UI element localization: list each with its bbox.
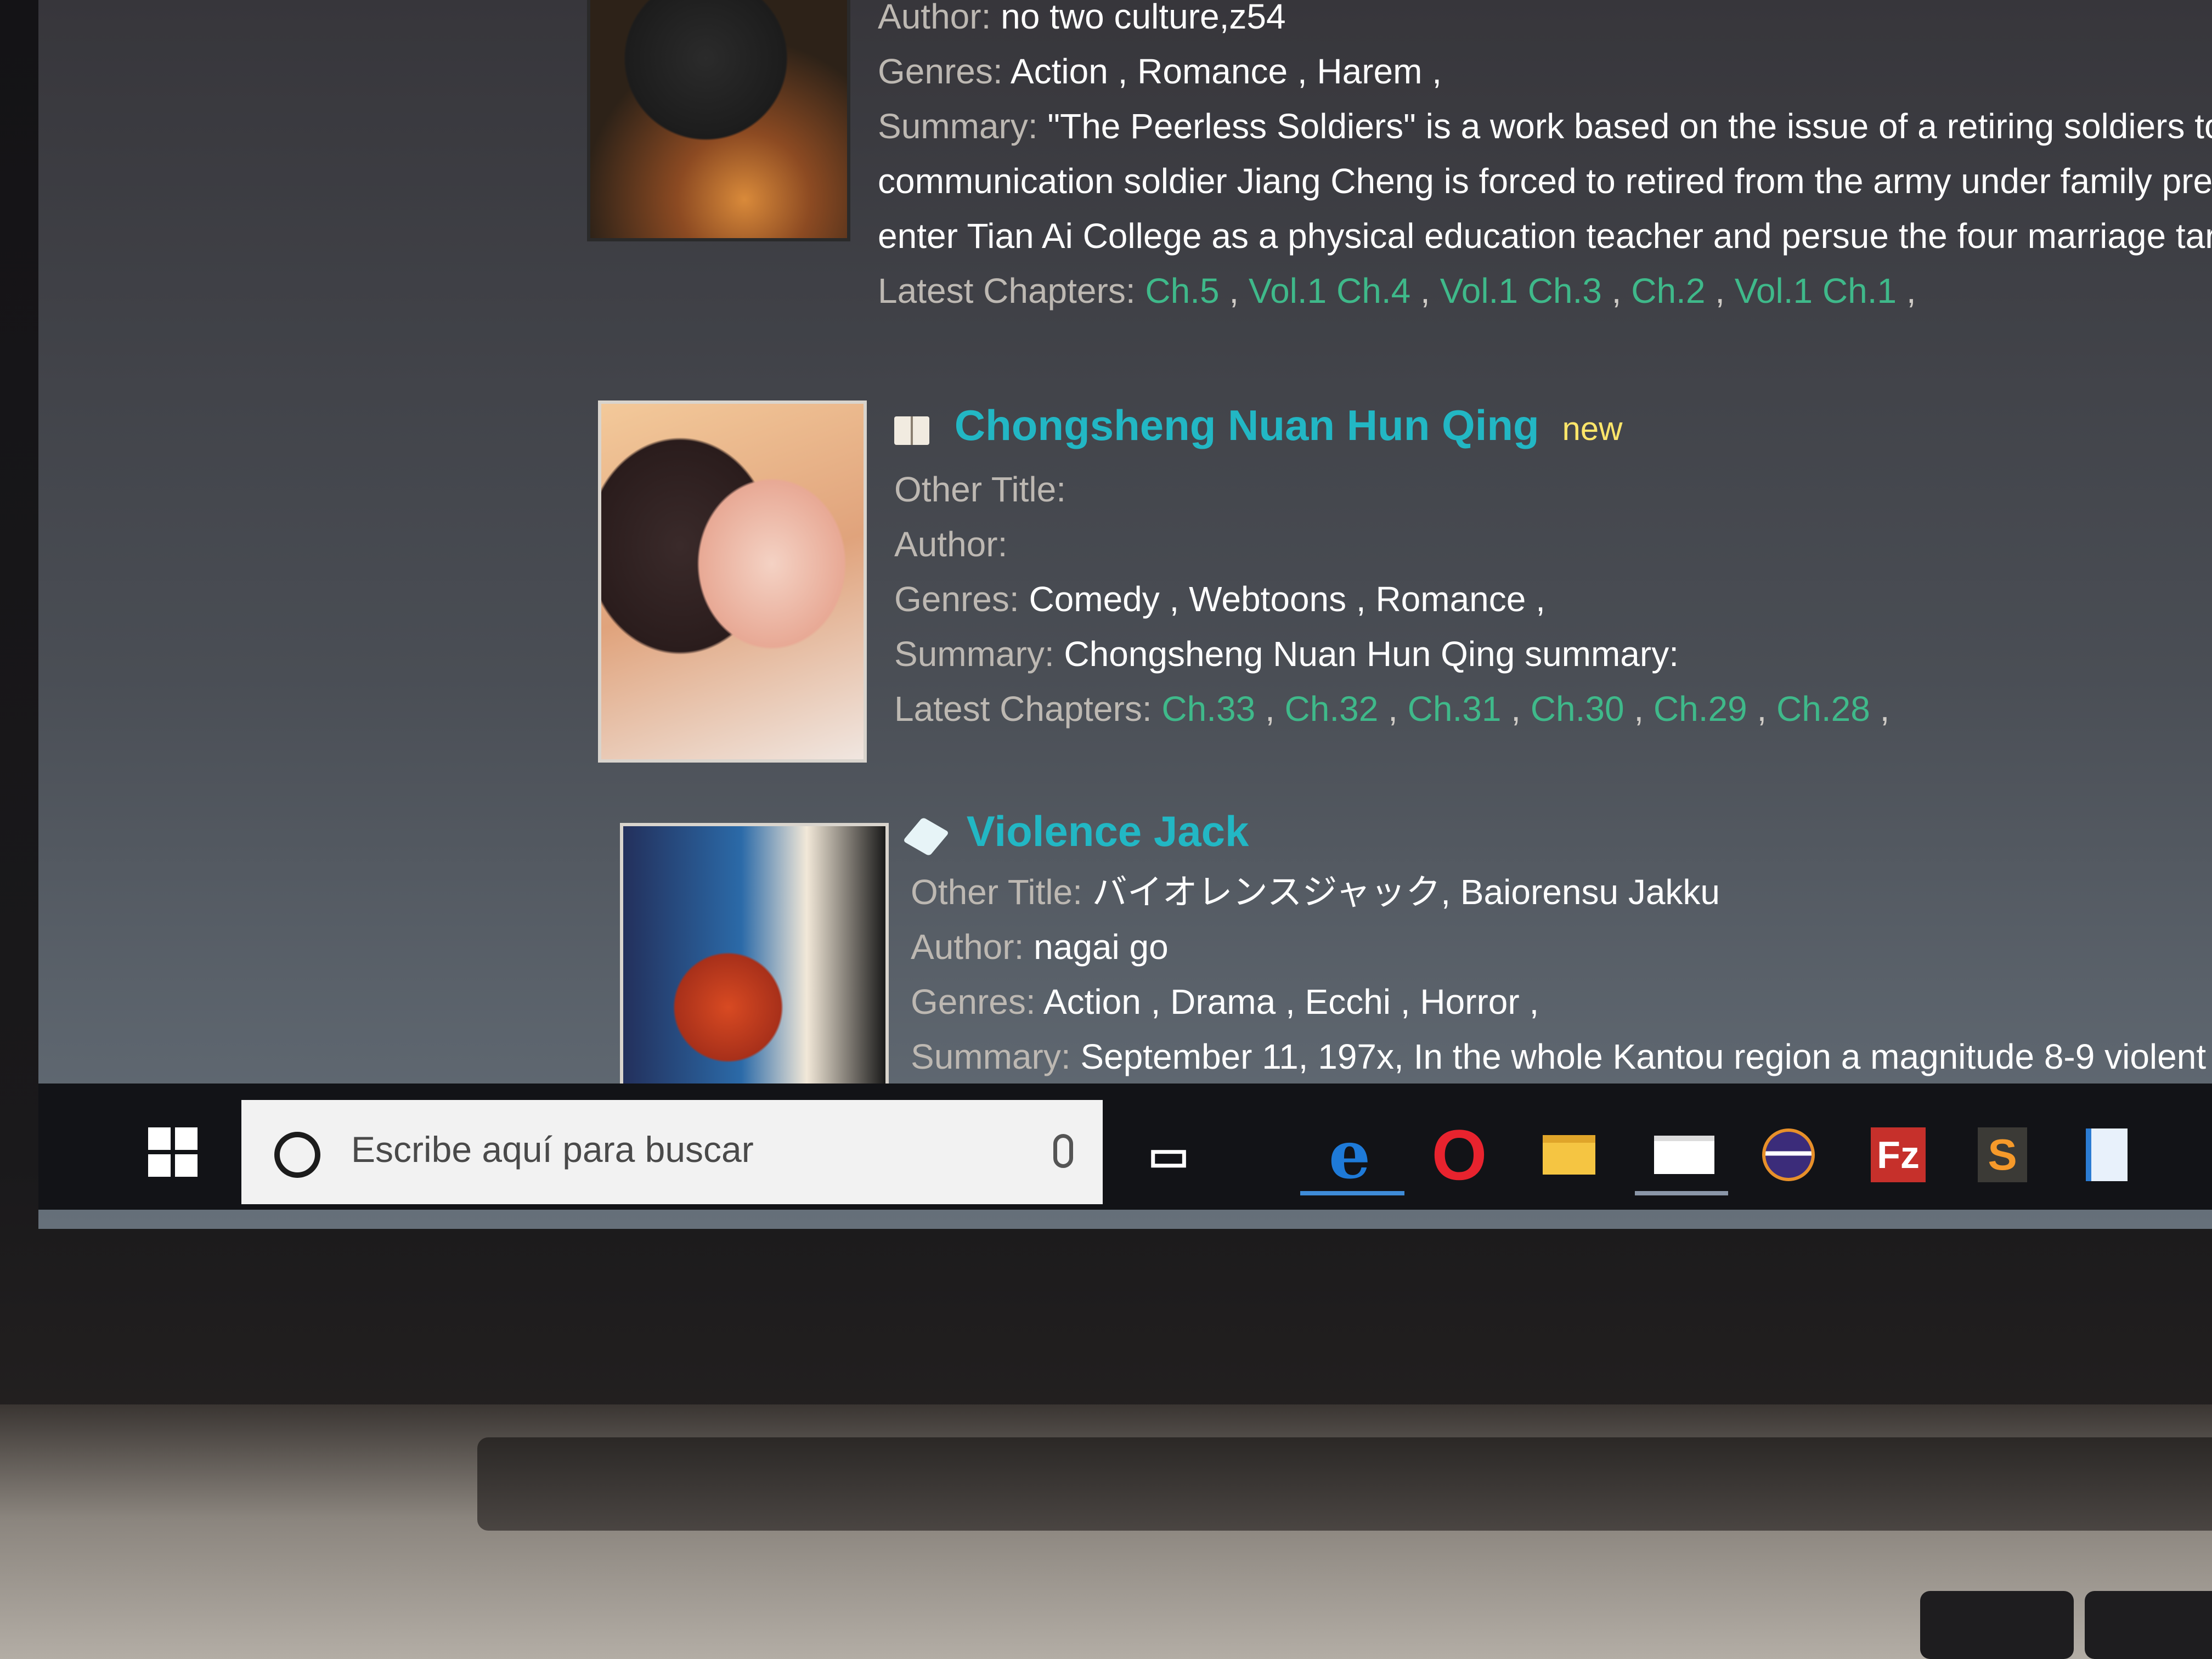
eclipse-icon[interactable] [1756,1122,1821,1188]
chapter-link[interactable]: Ch.28 [1776,689,1870,729]
summary-text: communication soldier Jiang Cheng is for… [878,161,2212,201]
manga-title-link[interactable]: Chongsheng Nuan Hun Qing [955,401,1539,449]
summary-text: enter Tian Ai College as a physical educ… [878,216,2212,256]
other-title-label: Other Title: [894,470,1066,509]
entry-details: Violence Jack Other Title: バイオレンスジャック, B… [902,801,2212,1084]
chapter-link[interactable]: Ch.33 [1161,689,1255,729]
book-icon [894,416,929,445]
chapter-link[interactable]: Vol.1 Ch.3 [1440,271,1602,311]
latest-chapters-label: Latest Chapters: [878,271,1136,311]
laptop-hinge [477,1437,2212,1531]
cover-image[interactable] [587,0,850,241]
manga-title-link[interactable]: Violence Jack [967,807,1249,855]
document-icon[interactable] [2074,1122,2140,1188]
manga-list: Author: no two culture,z54 Genres: Actio… [38,0,2212,1108]
cover-image[interactable] [620,823,889,1108]
tag-icon [902,817,950,856]
author-value[interactable]: nagai go [1034,927,1169,967]
chapter-link[interactable]: Ch.30 [1531,689,1624,729]
task-view-icon[interactable]: ▭ [1136,1122,1201,1188]
new-badge: new [1562,410,1623,447]
genres-value[interactable]: Action , Romance , Harem , [1011,52,1442,91]
cover-image[interactable] [598,400,867,763]
entry-details: Chongsheng Nuan Hun Qing new Other Title… [894,401,1890,729]
search-box[interactable]: Escribe aquí para buscar [241,1100,1103,1204]
chapter-link[interactable]: Ch.32 [1285,689,1379,729]
entry-details: Author: no two culture,z54 Genres: Actio… [878,0,2212,318]
genres-value[interactable]: Comedy , Webtoons , Romance , [1029,579,1545,619]
microphone-icon[interactable] [1053,1134,1073,1168]
cortana-icon[interactable] [274,1132,320,1178]
other-title-label: Other Title: [911,872,1082,912]
summary-label: Summary: [878,106,1038,146]
author-label: Author: [911,927,1024,967]
summary-text: "The Peerless Soldiers" is a work based … [1047,106,2212,146]
active-app-indicator [1635,1191,1728,1195]
summary-text: Chongsheng Nuan Hun Qing summary: [1064,634,1679,674]
windows-start-icon[interactable] [148,1127,198,1177]
file-explorer-icon[interactable] [1536,1122,1602,1188]
genres-value[interactable]: Action , Drama , Ecchi , Horror , [1043,982,1539,1022]
author-value[interactable]: no two culture,z54 [1001,0,1285,36]
active-app-indicator [1300,1191,1404,1195]
mail-icon[interactable] [1651,1122,1717,1188]
author-label: Author: [878,0,991,36]
summary-label: Summary: [911,1037,1071,1076]
genres-label: Genres: [878,52,1003,91]
summary-label: Summary: [894,634,1054,674]
search-input[interactable]: Escribe aquí para buscar [351,1128,754,1170]
chapter-link[interactable]: Ch.31 [1408,689,1502,729]
summary-text: September 11, 197x, In the whole Kantou … [1080,1037,2212,1076]
genres-label: Genres: [894,579,1019,619]
chapter-link[interactable]: Ch.2 [1631,271,1705,311]
other-title-value: バイオレンスジャック, Baiorensu Jakku [1092,872,1720,912]
author-label: Author: [894,524,1008,564]
screen: Author: no two culture,z54 Genres: Actio… [38,0,2212,1229]
chapter-link[interactable]: Vol.1 Ch.4 [1249,271,1410,311]
filezilla-icon[interactable]: Fz [1865,1122,1931,1188]
edge-icon[interactable]: e [1317,1116,1383,1194]
chapter-link[interactable]: Ch.29 [1654,689,1747,729]
chapter-link[interactable]: Vol.1 Ch.1 [1735,271,1897,311]
sublime-text-icon[interactable]: S [1970,1122,2035,1188]
taskbar: Escribe aquí para buscar ▭ e O Fz S [38,1084,2212,1210]
keyboard-key [2085,1591,2212,1659]
keyboard-key [1920,1591,2074,1659]
latest-chapters-label: Latest Chapters: [894,689,1152,729]
genres-label: Genres: [911,982,1036,1022]
chapter-link[interactable]: Ch.5 [1145,271,1219,311]
opera-icon[interactable]: O [1426,1115,1492,1195]
